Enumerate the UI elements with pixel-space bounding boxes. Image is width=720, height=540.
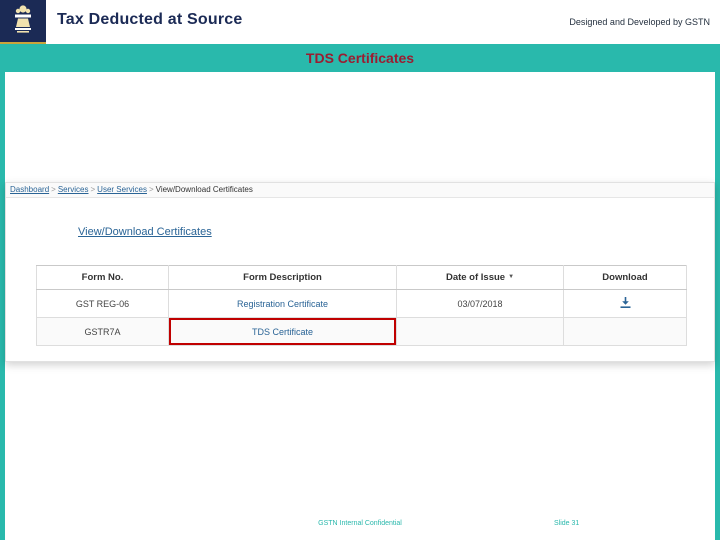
breadcrumb-current: View/Download Certificates xyxy=(155,185,253,194)
view-download-certificates-link[interactable]: View/Download Certificates xyxy=(78,226,212,238)
cell-form-description: Registration Certificate xyxy=(168,289,397,318)
cell-download xyxy=(563,289,687,318)
banner-title: TDS Certificates xyxy=(305,50,415,66)
sort-desc-icon[interactable]: ▼ xyxy=(508,274,514,280)
col-header-label: Form Description xyxy=(243,272,322,283)
national-emblem-icon xyxy=(11,4,35,39)
footer-confidential-text: GSTN Internal Confidential xyxy=(318,520,402,527)
download-icon[interactable] xyxy=(619,296,632,309)
page-title: Tax Deducted at Source xyxy=(57,11,243,28)
slide-number: Slide 31 xyxy=(554,520,580,527)
slide: Tax Deducted at Source Designed and Deve… xyxy=(0,0,720,540)
portal-screenshot: Dashboard > Services > User Services > View/Do… xyxy=(5,182,715,362)
top-header: Tax Deducted at Source Designed and Deve… xyxy=(0,0,720,44)
cell-date-of-issue: 03/07/2018 xyxy=(396,289,564,318)
tds-certificate-link[interactable]: TDS Certificate xyxy=(252,327,313,337)
table-row: GST REG-06 Registration Certificate 03/0… xyxy=(36,289,687,318)
col-header-form-no: Form No. xyxy=(36,265,169,290)
cell-download xyxy=(563,317,687,346)
breadcrumb-dashboard[interactable]: Dashboard xyxy=(10,185,49,194)
cell-date-of-issue xyxy=(396,317,564,346)
banner-band: TDS Certificates xyxy=(0,44,720,72)
cell-form-no: GST REG-06 xyxy=(36,289,169,318)
breadcrumb-separator: > xyxy=(51,185,56,194)
col-header-label: Form No. xyxy=(81,272,124,283)
cell-form-no: GSTR7A xyxy=(36,317,169,346)
breadcrumb-separator: > xyxy=(148,185,154,194)
col-header-label: Download xyxy=(602,272,648,283)
breadcrumb: Dashboard > Services > User Services > View/Do… xyxy=(6,183,714,198)
col-header-label: Date of Issue xyxy=(445,272,506,283)
logo-block xyxy=(0,0,46,44)
right-edge-strip xyxy=(715,72,720,540)
table-header-row: Form No. Form Description Date of Issue ▼… xyxy=(36,265,687,290)
table-row: GSTR7A TDS Certificate xyxy=(36,317,687,346)
breadcrumb-user-services[interactable]: User Services xyxy=(97,185,147,194)
breadcrumb-services[interactable]: Services xyxy=(58,185,89,194)
col-header-download: Download xyxy=(563,265,687,290)
col-header-date-of-issue[interactable]: Date of Issue ▼ xyxy=(396,265,564,290)
credit-text: Designed and Developed by GSTN xyxy=(569,17,710,27)
breadcrumb-separator: > xyxy=(90,185,96,194)
cell-form-description: TDS Certificate xyxy=(168,317,397,346)
certificates-table: Form No. Form Description Date of Issue ▼… xyxy=(36,265,687,346)
col-header-form-description: Form Description xyxy=(168,265,397,290)
registration-certificate-link[interactable]: Registration Certificate xyxy=(237,299,328,309)
